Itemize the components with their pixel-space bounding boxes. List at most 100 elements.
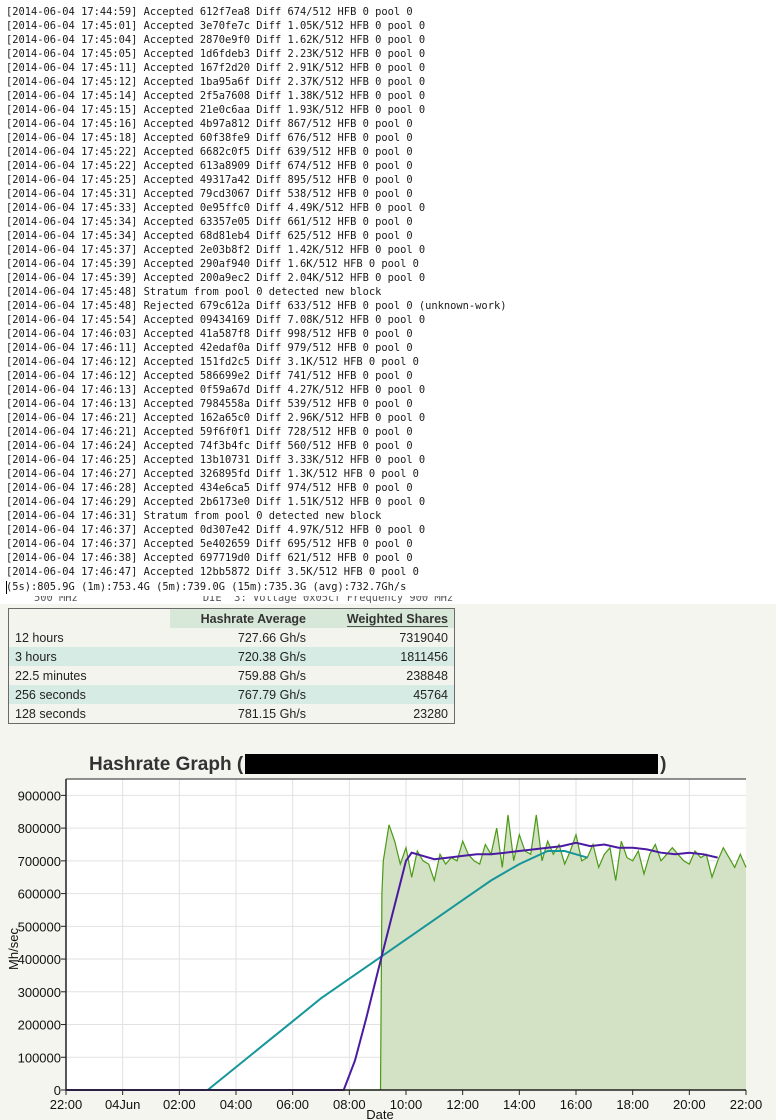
log-line: [2014-06-04 17:46:13] Accepted 7984558a …	[6, 398, 413, 410]
y-tick-label: 100000	[18, 1050, 61, 1065]
graph-title-text: Hashrate Graph (	[89, 754, 244, 775]
log-line: [2014-06-04 17:45:22] Accepted 613a8909 …	[6, 160, 413, 172]
log-line: [2014-06-04 17:46:47] Accepted 12bb5872 …	[6, 566, 419, 578]
row-shares: 23280	[312, 704, 455, 724]
row-shares: 7319040	[312, 628, 455, 647]
console-log: [2014-06-04 17:44:59] Accepted 612f7ea8 …	[6, 5, 506, 579]
x-tick-label: 22:00	[50, 1097, 83, 1112]
x-tick-label: 02:00	[163, 1097, 196, 1112]
redacted-block	[245, 754, 659, 774]
miner-console[interactable]: [2014-06-04 17:44:59] Accepted 612f7ea8 …	[0, 0, 776, 598]
log-line: [2014-06-04 17:45:39] Accepted 290af940 …	[6, 258, 419, 270]
log-line: [2014-06-04 17:45:25] Accepted 49317a42 …	[6, 174, 413, 186]
stats-page: Hashrate Average Weighted Shares 12 hour…	[0, 604, 776, 1120]
text-cursor	[6, 581, 7, 594]
row-hashrate: 781.15 Gh/s	[170, 704, 312, 724]
y-tick-label: 200000	[18, 1018, 61, 1033]
hashrate-graph: 0 100000 200000 300000 400000 500000 600000 700…	[6, 778, 763, 1120]
row-period: 3 hours	[8, 647, 170, 666]
row-period: 22.5 minutes	[8, 666, 170, 685]
row-period: 128 seconds	[8, 704, 170, 724]
log-line: [2014-06-04 17:45:05] Accepted 1d6fdeb3 …	[6, 48, 426, 60]
log-line: [2014-06-04 17:46:37] Accepted 5e402659 …	[6, 538, 413, 550]
log-line: [2014-06-04 17:45:34] Accepted 68d81eb4 …	[6, 230, 413, 242]
x-tick-label: 20:00	[673, 1097, 706, 1112]
log-line: [2014-06-04 17:45:48] Stratum from pool …	[6, 286, 382, 298]
row-hashrate: 759.88 Gh/s	[170, 666, 312, 685]
y-tick-label: 600000	[18, 887, 61, 902]
x-tick-label: 16:00	[560, 1097, 593, 1112]
row-hashrate: 720.38 Gh/s	[170, 647, 312, 666]
log-line: [2014-06-04 17:45:39] Accepted 200a9ec2 …	[6, 272, 426, 284]
log-line: [2014-06-04 17:45:11] Accepted 167f2d20 …	[6, 62, 426, 74]
table-row: 3 hours 720.38 Gh/s 1811456	[8, 647, 455, 666]
log-line: [2014-06-04 17:45:18] Accepted 60f38fe9 …	[6, 132, 413, 144]
row-hashrate: 767.79 Gh/s	[170, 685, 312, 704]
y-tick-label: 300000	[18, 985, 61, 1000]
table-header-hashrate-average: Hashrate Average	[170, 608, 312, 628]
table-row: 12 hours 727.66 Gh/s 7319040	[8, 628, 455, 647]
y-axis-label: Mh/sec	[6, 928, 21, 970]
row-period: 12 hours	[8, 628, 170, 647]
x-tick-label: 10:00	[390, 1097, 423, 1112]
table-header-weighted-shares[interactable]: Weighted Shares	[312, 608, 455, 628]
log-line: [2014-06-04 17:45:31] Accepted 79cd3067 …	[6, 188, 413, 200]
log-line: [2014-06-04 17:46:25] Accepted 13b10731 …	[6, 454, 426, 466]
table-row: 256 seconds 767.79 Gh/s 45764	[8, 685, 455, 704]
x-axis-ticks: 22:00 04Jun 02:00 04:00 06:00 08:00 10:00 12:00…	[50, 1090, 763, 1112]
log-line: [2014-06-04 17:45:22] Accepted 6682c0f5 …	[6, 146, 413, 158]
table-header-row: Hashrate Average Weighted Shares	[8, 608, 455, 628]
table-body: 12 hours 727.66 Gh/s 7319040 3 hours 720.38 …	[8, 628, 455, 724]
y-tick-label: 400000	[18, 952, 61, 967]
y-tick-label: 500000	[18, 919, 61, 934]
log-line: [2014-06-04 17:45:04] Accepted 2870e9f0 …	[6, 34, 426, 46]
x-tick-label: 22:00	[730, 1097, 763, 1112]
log-line: [2014-06-04 17:44:59] Accepted 612f7ea8 …	[6, 6, 413, 18]
log-line: [2014-06-04 17:45:34] Accepted 63357e05 …	[6, 216, 413, 228]
x-tick-label: 04:00	[220, 1097, 253, 1112]
row-period: 256 seconds	[8, 685, 170, 704]
clipped-console-text: 500 MHz DIE 3: Voltage 0x05cf Frequency …	[34, 596, 454, 604]
row-shares: 45764	[312, 685, 455, 704]
log-line: [2014-06-04 17:46:27] Accepted 326895fd …	[6, 468, 419, 480]
log-line: [2014-06-04 17:46:37] Accepted 0d307e42 …	[6, 524, 426, 536]
hashrate-summary-table: Hashrate Average Weighted Shares 12 hour…	[8, 608, 455, 724]
weighted-shares-sort-link[interactable]: Weighted Shares	[346, 611, 448, 627]
table-row: 22.5 minutes 759.88 Gh/s 238848	[8, 666, 455, 685]
x-tick-label: 06:00	[276, 1097, 309, 1112]
log-line: [2014-06-04 17:46:13] Accepted 0f59a67d …	[6, 384, 426, 396]
log-line: [2014-06-04 17:46:28] Accepted 434e6ca5 …	[6, 482, 413, 494]
log-line: [2014-06-04 17:45:12] Accepted 1ba95a6f …	[6, 76, 426, 88]
log-line: [2014-06-04 17:45:48] Rejected 679c612a …	[6, 300, 507, 312]
y-tick-label: 900000	[18, 788, 61, 803]
x-tick-label: 08:00	[333, 1097, 366, 1112]
log-line: [2014-06-04 17:45:15] Accepted 21e0c6aa …	[6, 104, 426, 116]
log-line: [2014-06-04 17:45:54] Accepted 09434169 …	[6, 314, 426, 326]
log-line: [2014-06-04 17:46:29] Accepted 2b6173e0 …	[6, 496, 426, 508]
graph-title: Hashrate Graph ()	[89, 754, 666, 776]
x-axis-label: Date	[366, 1107, 393, 1120]
y-tick-label: 700000	[18, 854, 61, 869]
x-tick-label: 04Jun	[105, 1097, 140, 1112]
log-line: [2014-06-04 17:46:21] Accepted 162a65c0 …	[6, 412, 426, 424]
log-line: [2014-06-04 17:46:31] Stratum from pool …	[6, 510, 382, 522]
y-tick-label: 0	[54, 1083, 61, 1098]
log-line: [2014-06-04 17:46:24] Accepted 74f3b4fc …	[6, 440, 413, 452]
row-shares: 238848	[312, 666, 455, 685]
log-line: [2014-06-04 17:46:12] Accepted 151fd2c5 …	[6, 356, 419, 368]
log-line: [2014-06-04 17:45:16] Accepted 4b97a812 …	[6, 118, 413, 130]
row-hashrate: 727.66 Gh/s	[170, 628, 312, 647]
x-tick-label: 18:00	[616, 1097, 649, 1112]
log-line: [2014-06-04 17:45:33] Accepted 0e95ffc0 …	[6, 202, 426, 214]
x-tick-label: 14:00	[503, 1097, 536, 1112]
row-shares: 1811456	[312, 647, 455, 666]
log-line: [2014-06-04 17:46:11] Accepted 42edaf0a …	[6, 342, 413, 354]
graph-title-close: )	[660, 754, 667, 775]
table-header-blank	[8, 608, 170, 628]
log-line: [2014-06-04 17:46:12] Accepted 586699e2 …	[6, 370, 413, 382]
log-line: [2014-06-04 17:45:37] Accepted 2e03b8f2 …	[6, 244, 426, 256]
x-tick-label: 12:00	[446, 1097, 479, 1112]
log-line: [2014-06-04 17:46:21] Accepted 59f6f0f1 …	[6, 426, 413, 438]
log-line: [2014-06-04 17:46:03] Accepted 41a587f8 …	[6, 328, 413, 340]
hashrate-status-line: (5s):805.9G (1m):753.4G (5m):739.0G (15m…	[6, 581, 407, 593]
